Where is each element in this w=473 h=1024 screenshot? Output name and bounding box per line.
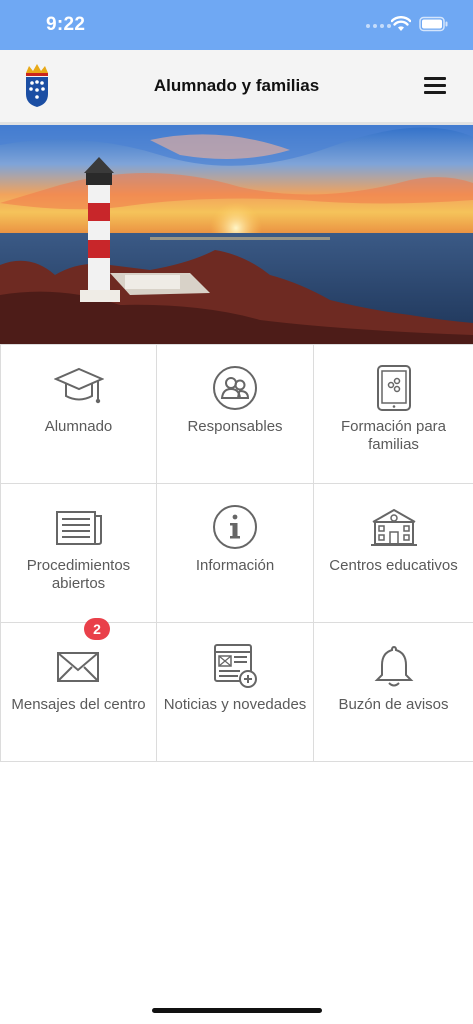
- tile-label: Responsables: [187, 418, 283, 435]
- tile-label: Formación para familias: [340, 418, 447, 453]
- news-add-icon: [214, 644, 257, 688]
- tile-noticias[interactable]: Noticias y novedades: [157, 623, 314, 762]
- tile-label: Información: [195, 557, 275, 574]
- newspaper-icon: [55, 511, 102, 545]
- tile-label: Mensajes del centro: [11, 696, 146, 713]
- envelope-icon: [56, 652, 99, 682]
- tile-buzon[interactable]: Buzón de avisos: [314, 623, 473, 762]
- tile-label: Buzón de avisos: [338, 696, 449, 713]
- tile-label: Centros educativos: [329, 557, 458, 574]
- tile-alumnado[interactable]: Alumnado: [0, 345, 157, 484]
- tile-label: Alumnado: [44, 418, 113, 435]
- tile-mensajes[interactable]: 2 Mensajes del centro: [0, 618, 157, 762]
- app-header: Alumnado y familias: [0, 50, 473, 125]
- tile-informacion[interactable]: Información: [157, 484, 314, 623]
- battery-icon: [419, 16, 448, 32]
- page-title: Alumnado y familias: [153, 76, 320, 95]
- unread-badge: 2: [84, 618, 110, 640]
- info-icon: [213, 505, 257, 549]
- signal-icon: [366, 24, 391, 28]
- tile-label: Noticias y novedades: [163, 696, 307, 713]
- tablet-icon: [376, 365, 411, 411]
- tile-centros[interactable]: Centros educativos: [314, 484, 473, 623]
- menu-grid: Alumnado Responsables Formación para fam…: [0, 344, 473, 762]
- wifi-icon: [391, 16, 411, 31]
- tile-label: Procedimientos abiertos: [26, 557, 131, 592]
- graduation-cap-icon: [53, 367, 104, 404]
- people-icon: [213, 366, 257, 410]
- status-time: 9:22: [46, 14, 86, 35]
- home-indicator: [152, 1008, 322, 1013]
- hero-image: [0, 125, 473, 344]
- status-bar: 9:22: [0, 0, 473, 50]
- tile-responsables[interactable]: Responsables: [157, 345, 314, 484]
- tile-procedimientos[interactable]: Procedimientos abiertos: [0, 484, 157, 623]
- hamburger-menu-icon[interactable]: [424, 77, 446, 95]
- tile-formacion[interactable]: Formación para familias: [314, 345, 473, 484]
- school-building-icon: [370, 508, 417, 546]
- bell-icon: [374, 645, 413, 687]
